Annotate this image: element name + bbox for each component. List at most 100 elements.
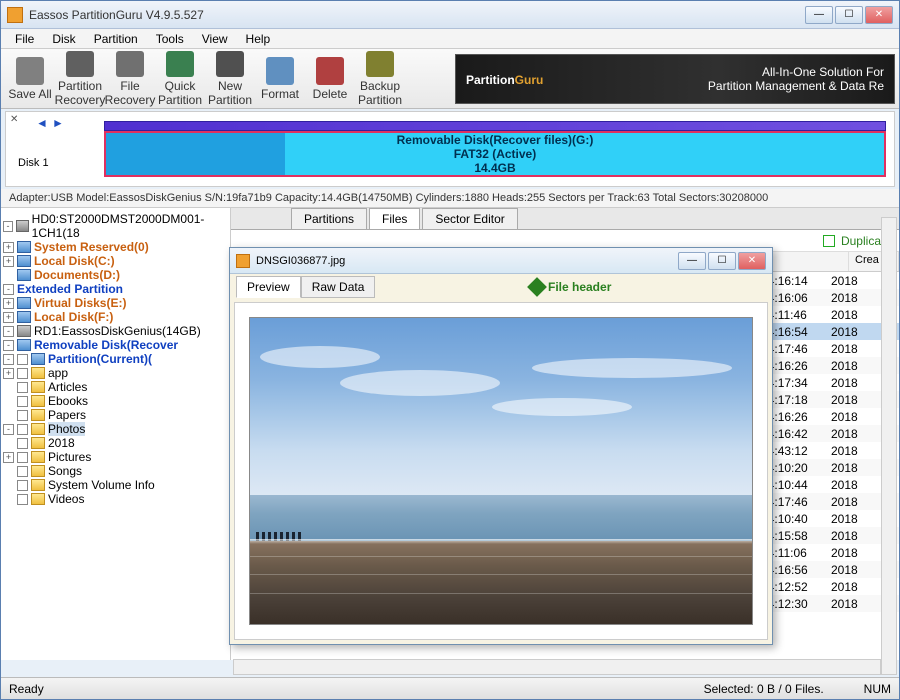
backup-partition-button[interactable]: Backup Partition	[355, 51, 405, 107]
tree-item[interactable]: -Partition(Current)(	[1, 352, 230, 366]
save-all-button-icon	[16, 57, 44, 85]
tree-checkbox[interactable]	[17, 494, 28, 505]
tree-toggle-icon[interactable]: -	[3, 354, 14, 365]
dialog-maximize-button[interactable]: ☐	[708, 252, 736, 270]
tree-toggle-icon[interactable]: +	[3, 242, 14, 253]
menu-tools[interactable]: Tools	[148, 30, 192, 48]
file-recovery-button[interactable]: File Recovery	[105, 51, 155, 107]
tree-toggle-icon[interactable]: +	[3, 452, 14, 463]
dialog-tab-preview[interactable]: Preview	[236, 276, 301, 298]
tree-item[interactable]: + System Reserved(0)	[1, 240, 230, 254]
tree-item[interactable]: System Volume Info	[1, 478, 230, 492]
tree-item[interactable]: 2018	[1, 436, 230, 450]
tree-label: HD0:ST2000DMST2000DM001-1CH1(18	[32, 212, 228, 240]
dialog-title-bar[interactable]: DNSGI036877.jpg — ☐ ✕	[230, 248, 772, 274]
tree-item[interactable]: Ebooks	[1, 394, 230, 408]
pin-close-icon[interactable]: ✕	[10, 114, 18, 125]
dialog-close-button[interactable]: ✕	[738, 252, 766, 270]
duplicate-checkbox[interactable]	[823, 235, 835, 247]
maximize-button[interactable]: ☐	[835, 6, 863, 24]
tree-toggle-icon[interactable]: +	[3, 312, 14, 323]
tree-checkbox[interactable]	[17, 480, 28, 491]
tree-item[interactable]: +Pictures	[1, 450, 230, 464]
tree-item[interactable]: + Local Disk(C:)	[1, 254, 230, 268]
tree-item[interactable]: - HD0:ST2000DMST2000DM001-1CH1(18	[1, 212, 230, 240]
tree-toggle-icon[interactable]: -	[3, 326, 14, 337]
tree-label: System Reserved(0)	[34, 240, 149, 254]
tree-checkbox[interactable]	[17, 452, 28, 463]
fold-icon	[31, 479, 45, 491]
tree-toggle-icon[interactable]: +	[3, 256, 14, 267]
tree-checkbox[interactable]	[17, 368, 28, 379]
delete-button-icon	[316, 57, 344, 85]
file-recovery-button-icon	[116, 51, 144, 77]
tree-checkbox[interactable]	[17, 396, 28, 407]
tab-partitions[interactable]: Partitions	[291, 208, 367, 229]
format-button[interactable]: Format	[255, 51, 305, 107]
tab-files[interactable]: Files	[369, 208, 420, 229]
disk-bar[interactable]: Removable Disk(Recover files)(G:) FAT32 …	[104, 121, 886, 177]
tree-toggle-icon[interactable]: -	[3, 424, 14, 435]
tree-toggle-icon[interactable]: -	[3, 284, 14, 295]
tree-checkbox[interactable]	[17, 410, 28, 421]
preview-image	[249, 317, 753, 625]
tree-checkbox[interactable]	[17, 382, 28, 393]
tree-toggle-icon[interactable]: +	[3, 298, 14, 309]
tree-item[interactable]: -RD1:EassosDiskGenius(14GB)	[1, 324, 230, 338]
dialog-icon	[236, 254, 250, 268]
fold-icon	[31, 451, 45, 463]
preview-body	[234, 302, 768, 640]
tree-toggle-icon[interactable]: +	[3, 368, 14, 379]
tree-label: 2018	[48, 436, 75, 450]
tree-toggle-icon[interactable]: -	[3, 340, 14, 351]
disk-label: Disk 1	[14, 129, 104, 169]
tree-label: Articles	[48, 380, 87, 394]
dialog-tab-rawdata[interactable]: Raw Data	[301, 276, 376, 298]
scrollbar-vertical[interactable]	[881, 217, 897, 675]
minimize-button[interactable]: —	[805, 6, 833, 24]
tree-item[interactable]: Papers	[1, 408, 230, 422]
new-partition-button[interactable]: New Partition	[205, 51, 255, 107]
tree-checkbox[interactable]	[17, 354, 28, 365]
menu-view[interactable]: View	[194, 30, 236, 48]
tree-item[interactable]: -Photos	[1, 422, 230, 436]
dialog-minimize-button[interactable]: —	[678, 252, 706, 270]
tree-item[interactable]: +Virtual Disks(E:)	[1, 296, 230, 310]
fold-icon	[31, 465, 45, 477]
close-button[interactable]: ✕	[865, 6, 893, 24]
backup-partition-button-icon	[366, 51, 394, 77]
tree-label: Papers	[48, 408, 86, 422]
scrollbar-horizontal[interactable]	[233, 659, 881, 675]
nav-next-icon[interactable]: ►	[52, 116, 66, 130]
tree-checkbox[interactable]	[17, 438, 28, 449]
delete-button[interactable]: Delete	[305, 51, 355, 107]
save-all-button[interactable]: Save All	[5, 51, 55, 107]
partition-recovery-button[interactable]: Partition Recovery	[55, 51, 105, 107]
brand-banner: PartitionGuru All-In-One Solution ForPar…	[455, 54, 895, 104]
vol-icon	[17, 297, 31, 309]
tree-checkbox[interactable]	[17, 466, 28, 477]
tree-item[interactable]: Videos	[1, 492, 230, 506]
format-button-icon	[266, 57, 294, 85]
partition-recovery-button-icon	[66, 51, 94, 77]
tree-label: Local Disk(C:)	[34, 254, 115, 268]
menu-disk[interactable]: Disk	[44, 30, 83, 48]
tab-sector-editor[interactable]: Sector Editor	[422, 208, 517, 229]
tree-item[interactable]: -Removable Disk(Recover	[1, 338, 230, 352]
menu-file[interactable]: File	[7, 30, 42, 48]
tree-item[interactable]: Documents(D:)	[1, 268, 230, 282]
tree-item[interactable]: -Extended Partition	[1, 282, 230, 296]
tree-checkbox[interactable]	[17, 424, 28, 435]
tree-toggle-icon[interactable]: -	[3, 221, 13, 232]
partition-name: Removable Disk(Recover files)(G:)	[397, 133, 594, 147]
menu-partition[interactable]: Partition	[86, 30, 146, 48]
tree-item[interactable]: Songs	[1, 464, 230, 478]
tree-label: Documents(D:)	[34, 268, 120, 282]
tree-item[interactable]: +app	[1, 366, 230, 380]
tree-item[interactable]: Articles	[1, 380, 230, 394]
toolbar: Save AllPartition RecoveryFile RecoveryQ…	[1, 49, 899, 109]
quick-partition-button[interactable]: Quick Partition	[155, 51, 205, 107]
menu-help[interactable]: Help	[238, 30, 279, 48]
nav-prev-icon[interactable]: ◄	[36, 116, 50, 130]
tree-item[interactable]: +Local Disk(F:)	[1, 310, 230, 324]
